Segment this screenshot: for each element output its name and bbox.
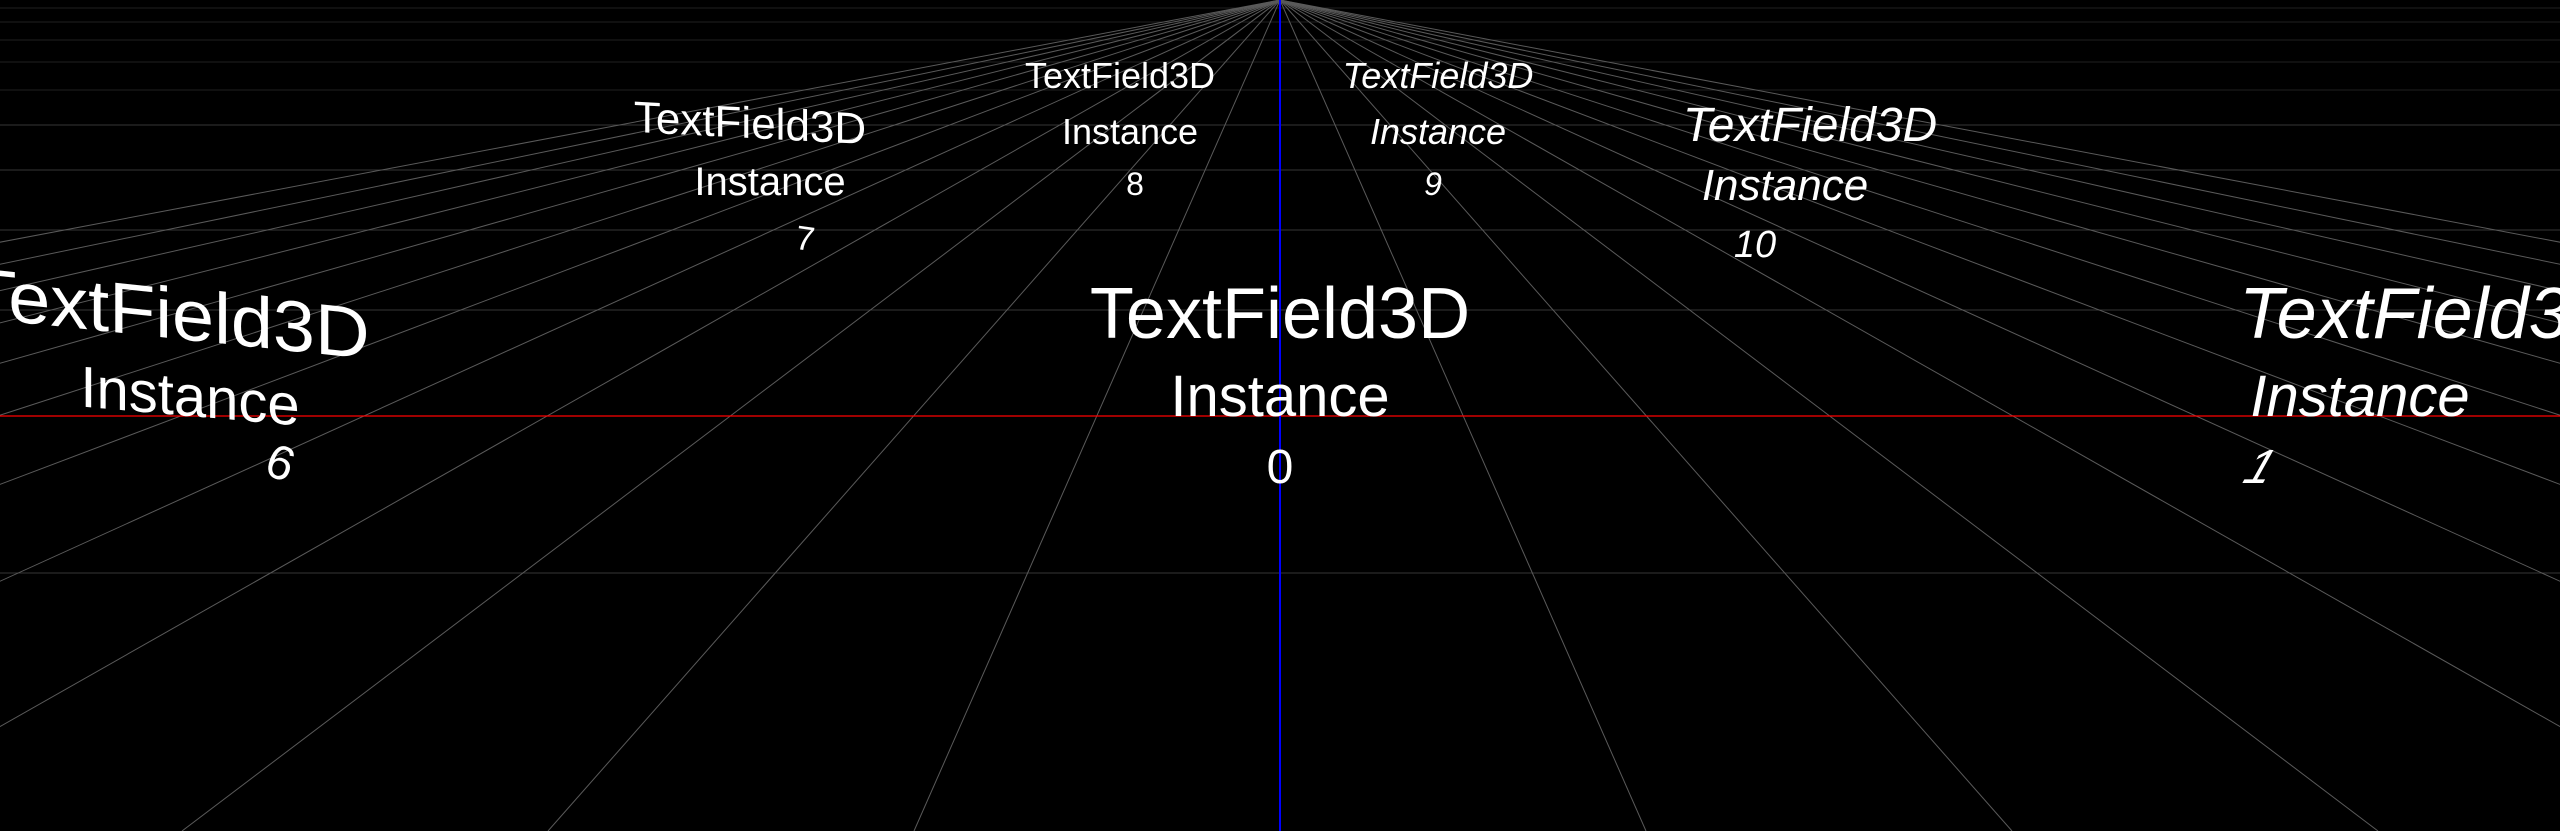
text-instance-6[interactable]: TextField3D Instance 6	[0, 253, 450, 493]
text-instance-7[interactable]: TextField3D Instance 7	[600, 93, 900, 259]
text-instance-0[interactable]: TextField3D Instance 0	[1040, 278, 1520, 492]
instance-subtitle: Instance	[2250, 364, 2470, 429]
instance-subtitle: Instance	[694, 160, 846, 204]
instance-title: TextField3D	[633, 92, 867, 155]
instance-title: TextField3D	[1089, 274, 1471, 354]
instance-title: TextField3D	[1024, 55, 1216, 96]
instance-subtitle: Instance	[1369, 111, 1507, 152]
instance-index: 10	[1733, 224, 1777, 266]
instance-title: TextField3D	[1342, 55, 1534, 96]
text-instance-1[interactable]: TextField3D Instance 1	[2150, 274, 2560, 494]
instance-title: TextField3D	[1682, 99, 1938, 152]
text-instance-9[interactable]: TextField3D Instance 9	[1318, 55, 1558, 201]
instance-index: 9	[1424, 166, 1442, 202]
instance-index: 1	[2237, 441, 2284, 494]
instance-index: 0	[1266, 441, 1294, 494]
instance-subtitle: Instance	[1701, 161, 1869, 210]
text-instance-10[interactable]: TextField3D Instance 10	[1660, 99, 1960, 265]
instance-title: TextField3D	[2239, 274, 2560, 354]
3d-viewport[interactable]: TextField3D Instance 0 TextField3D Insta…	[0, 0, 2560, 831]
instance-index: 8	[1126, 166, 1144, 202]
instance-subtitle: Instance	[1170, 364, 1390, 429]
text-instance-8[interactable]: TextField3D Instance 8	[1000, 55, 1240, 201]
instance-subtitle: Instance	[1061, 111, 1199, 152]
